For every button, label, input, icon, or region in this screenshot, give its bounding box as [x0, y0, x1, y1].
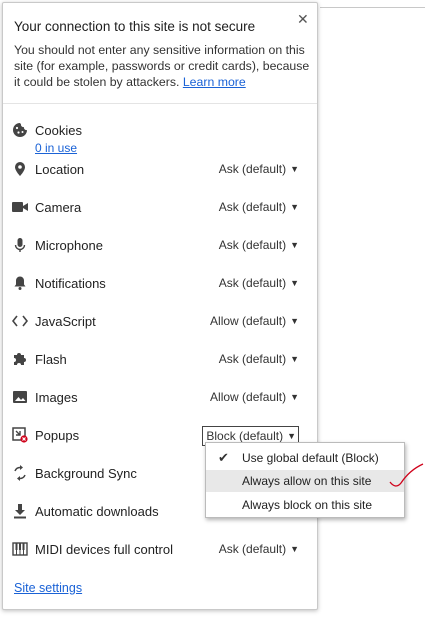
- puzzle-icon: [11, 350, 29, 368]
- permission-value: Ask (default): [218, 276, 287, 290]
- permission-value: Ask (default): [218, 352, 287, 366]
- permission-select-notifications[interactable]: Ask (default) ▼: [219, 276, 299, 290]
- popups-dropdown-menu: ✔ Use global default (Block) Always allo…: [205, 442, 405, 518]
- permission-value: Allow (default): [210, 314, 287, 328]
- option-label: Use global default (Block): [242, 451, 379, 465]
- permission-select-midi[interactable]: Ask (default) ▼: [219, 542, 299, 556]
- permission-select-flash[interactable]: Ask (default) ▼: [219, 352, 299, 366]
- microphone-icon: [11, 236, 29, 254]
- camera-icon: [11, 198, 29, 216]
- permission-row-images: Images Allow (default) ▼: [3, 386, 317, 410]
- option-label: Always block on this site: [242, 498, 373, 512]
- chevron-down-icon: ▼: [290, 354, 299, 364]
- option-label: Always allow on this site: [242, 474, 372, 488]
- site-settings-link[interactable]: Site settings: [14, 581, 82, 595]
- dropdown-option-global-default[interactable]: ✔ Use global default (Block): [206, 447, 404, 469]
- image-icon: [11, 388, 29, 406]
- permission-label: JavaScript: [35, 314, 96, 329]
- permission-value: Ask (default): [218, 238, 287, 252]
- learn-more-link[interactable]: Learn more: [183, 75, 246, 89]
- permission-label: MIDI devices full control: [35, 542, 173, 557]
- permission-label: Popups: [35, 428, 80, 443]
- permission-label: Flash: [35, 352, 67, 367]
- divider: [3, 103, 317, 104]
- permission-row-cookies: Cookies: [3, 119, 317, 143]
- chevron-down-icon: ▼: [290, 202, 299, 212]
- bell-icon: [11, 274, 29, 292]
- close-icon[interactable]: ✕: [297, 11, 309, 28]
- permission-label: Background Sync: [35, 466, 137, 481]
- dropdown-option-always-allow[interactable]: Always allow on this site: [206, 470, 404, 492]
- description-text: You should not enter any sensitive infor…: [14, 43, 310, 89]
- browser-frame-line: [320, 7, 425, 8]
- code-brackets-icon: [11, 312, 29, 330]
- permission-row-midi: MIDI devices full control Ask (default) ▼: [3, 538, 317, 562]
- permission-label: Cookies: [35, 123, 82, 138]
- permission-select-location[interactable]: Ask (default) ▼: [219, 162, 299, 176]
- red-check-annotation: [389, 463, 424, 487]
- permission-row-microphone: Microphone Ask (default) ▼: [3, 234, 317, 258]
- chevron-down-icon: ▼: [290, 278, 299, 288]
- blocked-popup-icon: [11, 426, 29, 444]
- permission-row-flash: Flash Ask (default) ▼: [3, 348, 317, 372]
- page-info-popup: Your connection to this site is not secu…: [2, 2, 318, 610]
- permission-value: Ask (default): [218, 162, 287, 176]
- permission-label: Notifications: [35, 276, 106, 291]
- permission-select-images[interactable]: Allow (default) ▼: [210, 390, 299, 404]
- chevron-down-icon: ▼: [290, 316, 299, 326]
- permission-row-javascript: JavaScript Allow (default) ▼: [3, 310, 317, 334]
- permission-value: Ask (default): [218, 200, 287, 214]
- permission-label: Location: [35, 162, 85, 177]
- cookie-icon: [11, 121, 29, 139]
- permission-select-microphone[interactable]: Ask (default) ▼: [219, 238, 299, 252]
- permission-select-camera[interactable]: Ask (default) ▼: [219, 200, 299, 214]
- permission-value: Ask (default): [218, 542, 287, 556]
- chevron-down-icon: ▼: [290, 392, 299, 402]
- permission-label: Automatic downloads: [35, 504, 159, 519]
- permission-row-camera: Camera Ask (default) ▼: [3, 196, 317, 220]
- dropdown-option-always-block[interactable]: Always block on this site: [206, 494, 404, 516]
- security-description: You should not enter any sensitive infor…: [14, 42, 314, 90]
- download-icon: [11, 502, 29, 520]
- sync-icon: [11, 464, 29, 482]
- permission-value: Allow (default): [210, 390, 287, 404]
- permission-select-javascript[interactable]: Allow (default) ▼: [210, 314, 299, 328]
- checkmark-icon: ✔: [218, 450, 229, 465]
- permission-value: Block (default): [206, 429, 284, 443]
- location-pin-icon: [11, 160, 29, 178]
- piano-keys-icon: [11, 540, 29, 558]
- cookies-in-use-link[interactable]: 0 in use: [35, 141, 77, 155]
- permission-row-notifications: Notifications Ask (default) ▼: [3, 272, 317, 296]
- permission-label: Camera: [35, 200, 82, 215]
- permission-label: Microphone: [35, 238, 103, 253]
- permission-label: Images: [35, 390, 78, 405]
- popup-title: Your connection to this site is not secu…: [14, 19, 256, 34]
- chevron-down-icon: ▼: [290, 544, 299, 554]
- permission-row-location: Location Ask (default) ▼: [3, 158, 317, 182]
- chevron-down-icon: ▼: [290, 240, 299, 250]
- chevron-down-icon: ▼: [290, 164, 299, 174]
